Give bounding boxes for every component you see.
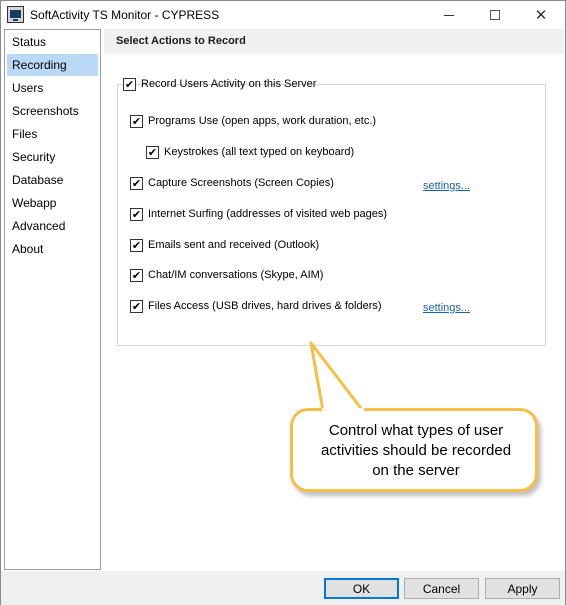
callout-text: Control what types of user activities sh… [301,421,531,481]
internet-surfing-checkbox[interactable]: ✔ Internet Surfing (addresses of visited… [130,206,387,222]
checkbox-label: Keystrokes (all text typed on keyboard) [164,146,355,158]
maximize-icon [490,10,500,20]
checkmark-icon: ✔ [131,114,142,128]
capture-screenshots-checkbox[interactable]: ✔ Capture Screenshots (Screen Copies) [130,175,334,191]
checkmark-icon: ✔ [131,176,142,190]
callout-bubble: Control what types of user activities sh… [290,408,538,492]
close-icon: ✕ [534,7,548,24]
programs-use-checkbox[interactable]: ✔ Programs Use (open apps, work duration… [130,113,376,129]
checkbox-box[interactable]: ✔ [130,299,143,313]
checkbox-label: Files Access (USB drives, hard drives & … [148,300,382,312]
checkbox-label: Programs Use (open apps, work duration, … [148,115,377,127]
callout-line: on the server [372,462,460,479]
sidebar-item-advanced[interactable]: Advanced [7,215,98,237]
emails-checkbox[interactable]: ✔ Emails sent and received (Outlook) [130,237,319,253]
screenshots-settings-link[interactable]: settings... [423,180,470,192]
sidebar-item-webapp[interactable]: Webapp [7,192,98,214]
checkmark-icon: ✔ [124,77,135,91]
checkmark-icon: ✔ [131,238,142,252]
sidebar-item-status[interactable]: Status [7,31,98,53]
files-access-checkbox[interactable]: ✔ Files Access (USB drives, hard drives … [130,298,382,314]
app-window: SoftActivity TS Monitor - CYPRESS ✕ Stat… [0,0,566,605]
checkbox-label: Capture Screenshots (Screen Copies) [148,177,334,189]
ok-button[interactable]: OK [324,578,399,599]
checkmark-icon: ✔ [131,268,142,282]
chat-im-checkbox[interactable]: ✔ Chat/IM conversations (Skype, AIM) [130,267,323,283]
checkbox-label: Chat/IM conversations (Skype, AIM) [148,269,324,281]
checkbox-box[interactable]: ✔ [146,145,159,159]
callout-joint [322,408,364,413]
sidebar-nav: Status Recording Users Screenshots Files… [4,29,101,570]
checkbox-box[interactable]: ✔ [130,268,143,282]
checkbox-box[interactable]: ✔ [130,238,143,252]
callout-line: activities should be recorded [320,442,512,459]
checkmark-icon: ✔ [147,145,158,159]
sidebar-item-recording[interactable]: Recording [7,54,98,76]
checkbox-box[interactable]: ✔ [123,77,136,91]
close-button[interactable]: ✕ [518,1,564,29]
callout-pointer [309,341,365,413]
dialog-footer: OK Cancel Apply [1,571,565,605]
window-title: SoftActivity TS Monitor - CYPRESS [30,8,220,22]
sidebar-item-files[interactable]: Files [7,123,98,145]
checkmark-icon: ✔ [131,299,142,313]
title-bar[interactable]: SoftActivity TS Monitor - CYPRESS ✕ [1,1,565,29]
record-users-activity-checkbox[interactable]: ✔ Record Users Activity on this Server [123,76,316,92]
sidebar-item-users[interactable]: Users [7,77,98,99]
minimize-icon [444,14,454,16]
cancel-button[interactable]: Cancel [404,578,479,599]
sidebar-item-about[interactable]: About [7,238,98,260]
checkbox-box[interactable]: ✔ [130,207,143,221]
checkbox-label: Emails sent and received (Outlook) [148,239,320,251]
apply-button[interactable]: Apply [485,578,560,599]
checkbox-box[interactable]: ✔ [130,114,143,128]
sidebar-item-screenshots[interactable]: Screenshots [7,100,98,122]
section-title: Select Actions to Record [116,35,246,47]
sidebar-item-database[interactable]: Database [7,169,98,191]
checkbox-label: Record Users Activity on this Server [141,78,317,90]
keystrokes-checkbox[interactable]: ✔ Keystrokes (all text typed on keyboard… [146,144,354,160]
maximize-button[interactable] [472,1,518,29]
checkbox-box[interactable]: ✔ [130,176,143,190]
callout-line: Control what types of user [328,422,504,439]
minimize-button[interactable] [426,1,472,29]
checkmark-icon: ✔ [131,207,142,221]
checkbox-label: Internet Surfing (addresses of visited w… [148,208,388,220]
files-settings-link[interactable]: settings... [423,302,470,314]
monitor-icon [7,6,24,23]
sidebar-item-security[interactable]: Security [7,146,98,168]
section-header: Select Actions to Record [104,29,564,54]
